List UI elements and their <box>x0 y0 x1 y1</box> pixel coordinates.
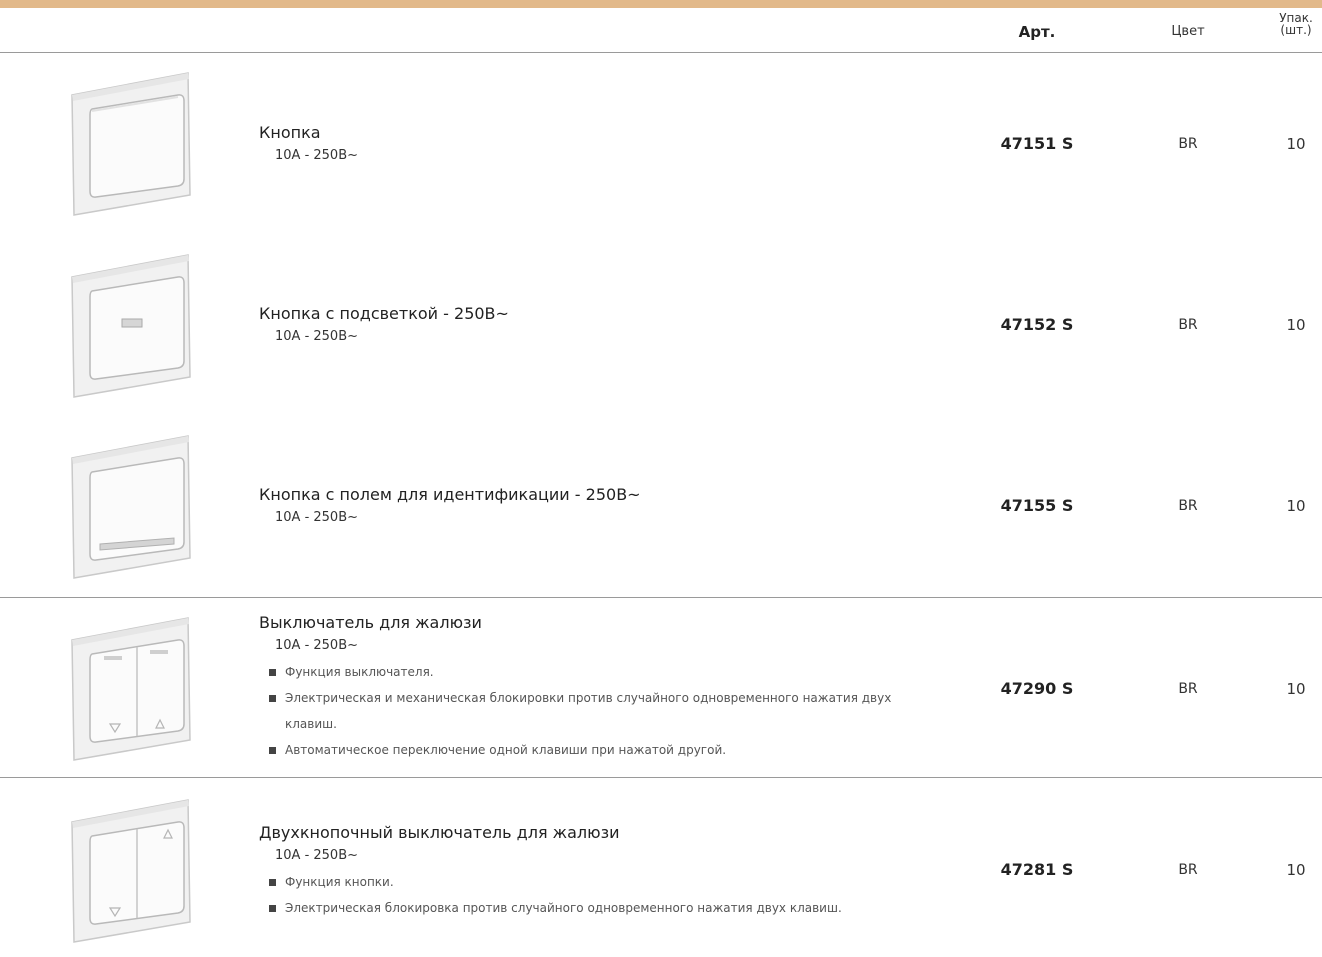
list-item: Электрическая блокировка против случайно… <box>259 895 959 921</box>
feature-text: Функция выключателя. <box>285 665 434 679</box>
product-row: Кнопка с полем для идентификации - 250В~… <box>0 415 1322 597</box>
bullet-square-icon <box>269 695 276 702</box>
feature-text: Электрическая и механическая блокировки … <box>285 691 892 705</box>
product-description: Кнопка с полем для идентификации - 250В~… <box>259 485 959 527</box>
labelled-push-button-icon <box>70 434 192 580</box>
product-spec: 10А - 250В~ <box>275 510 359 525</box>
product-spec: 10А - 250В~ <box>275 148 359 163</box>
list-item: Электрическая и механическая блокировки … <box>259 685 959 711</box>
product-title: Кнопка с полем для идентификации - 250В~ <box>259 485 641 504</box>
product-art: 47151 S <box>1000 134 1074 153</box>
illuminated-push-button-icon <box>70 253 192 399</box>
product-spec: 10А - 250В~ <box>275 638 359 653</box>
product-row: Кнопка с подсветкой - 250В~ 10А - 250В~ … <box>0 233 1322 415</box>
product-pack: 10 <box>1286 861 1306 879</box>
product-title: Выключатель для жалюзи <box>259 613 482 632</box>
list-item: Функция выключателя. <box>259 659 959 685</box>
product-color: BR <box>1178 317 1198 333</box>
product-color: BR <box>1178 498 1198 514</box>
product-pack: 10 <box>1286 680 1306 698</box>
list-item: клавиш. <box>259 711 959 737</box>
feature-text: Электрическая блокировка против случайно… <box>285 901 842 915</box>
feature-text: Функция кнопки. <box>285 875 394 889</box>
product-title: Кнопка с подсветкой - 250В~ <box>259 304 509 323</box>
product-row: Кнопка 10А - 250В~ 47151 S BR 10 <box>0 53 1322 233</box>
bullet-square-icon <box>269 669 276 676</box>
product-title: Двухкнопочный выключатель для жалюзи <box>259 823 620 842</box>
column-header-pack: Упак. (шт.) <box>1270 12 1322 36</box>
bullet-square-icon <box>269 747 276 754</box>
product-pack: 10 <box>1286 316 1306 334</box>
product-spec: 10А - 250В~ <box>275 329 359 344</box>
product-spec: 10А - 250В~ <box>275 848 359 863</box>
product-title: Кнопка <box>259 123 321 142</box>
product-art: 47152 S <box>1000 315 1074 334</box>
product-row: Двухкнопочный выключатель для жалюзи 10А… <box>0 777 1322 957</box>
product-description: Двухкнопочный выключатель для жалюзи 10А… <box>259 823 959 921</box>
product-pack: 10 <box>1286 135 1306 153</box>
product-description: Выключатель для жалюзи 10А - 250В~ Функц… <box>259 613 959 763</box>
product-row: Выключатель для жалюзи 10А - 250В~ Функц… <box>0 597 1322 778</box>
table-header: Арт. Цвет Упак. (шт.) <box>0 8 1322 53</box>
bullet-square-icon <box>269 905 276 912</box>
product-description: Кнопка 10А - 250В~ <box>259 123 959 165</box>
feature-text: Автоматическое переключение одной клавиш… <box>285 743 727 757</box>
feature-text: клавиш. <box>285 717 337 731</box>
feature-list: Функция кнопки. Электрическая блокировка… <box>259 869 959 921</box>
list-item: Функция кнопки. <box>259 869 959 895</box>
double-shutter-button-icon <box>70 798 192 944</box>
product-color: BR <box>1178 136 1198 152</box>
column-header-color: Цвет <box>1171 24 1205 39</box>
list-item: Автоматическое переключение одной клавиш… <box>259 737 959 763</box>
product-art: 47155 S <box>1000 496 1074 515</box>
column-header-art: Арт. <box>1018 23 1056 41</box>
shutter-switch-icon <box>70 616 192 762</box>
product-art: 47281 S <box>1000 860 1074 879</box>
column-header-pack-line2: (шт.) <box>1280 23 1312 37</box>
product-color: BR <box>1178 862 1198 878</box>
product-color: BR <box>1178 681 1198 697</box>
product-art: 47290 S <box>1000 679 1074 698</box>
product-description: Кнопка с подсветкой - 250В~ 10А - 250В~ <box>259 304 959 346</box>
push-button-icon <box>70 71 192 217</box>
bullet-square-icon <box>269 879 276 886</box>
accent-bar <box>0 0 1322 8</box>
product-pack: 10 <box>1286 497 1306 515</box>
feature-list: Функция выключателя. Электрическая и мех… <box>259 659 959 763</box>
